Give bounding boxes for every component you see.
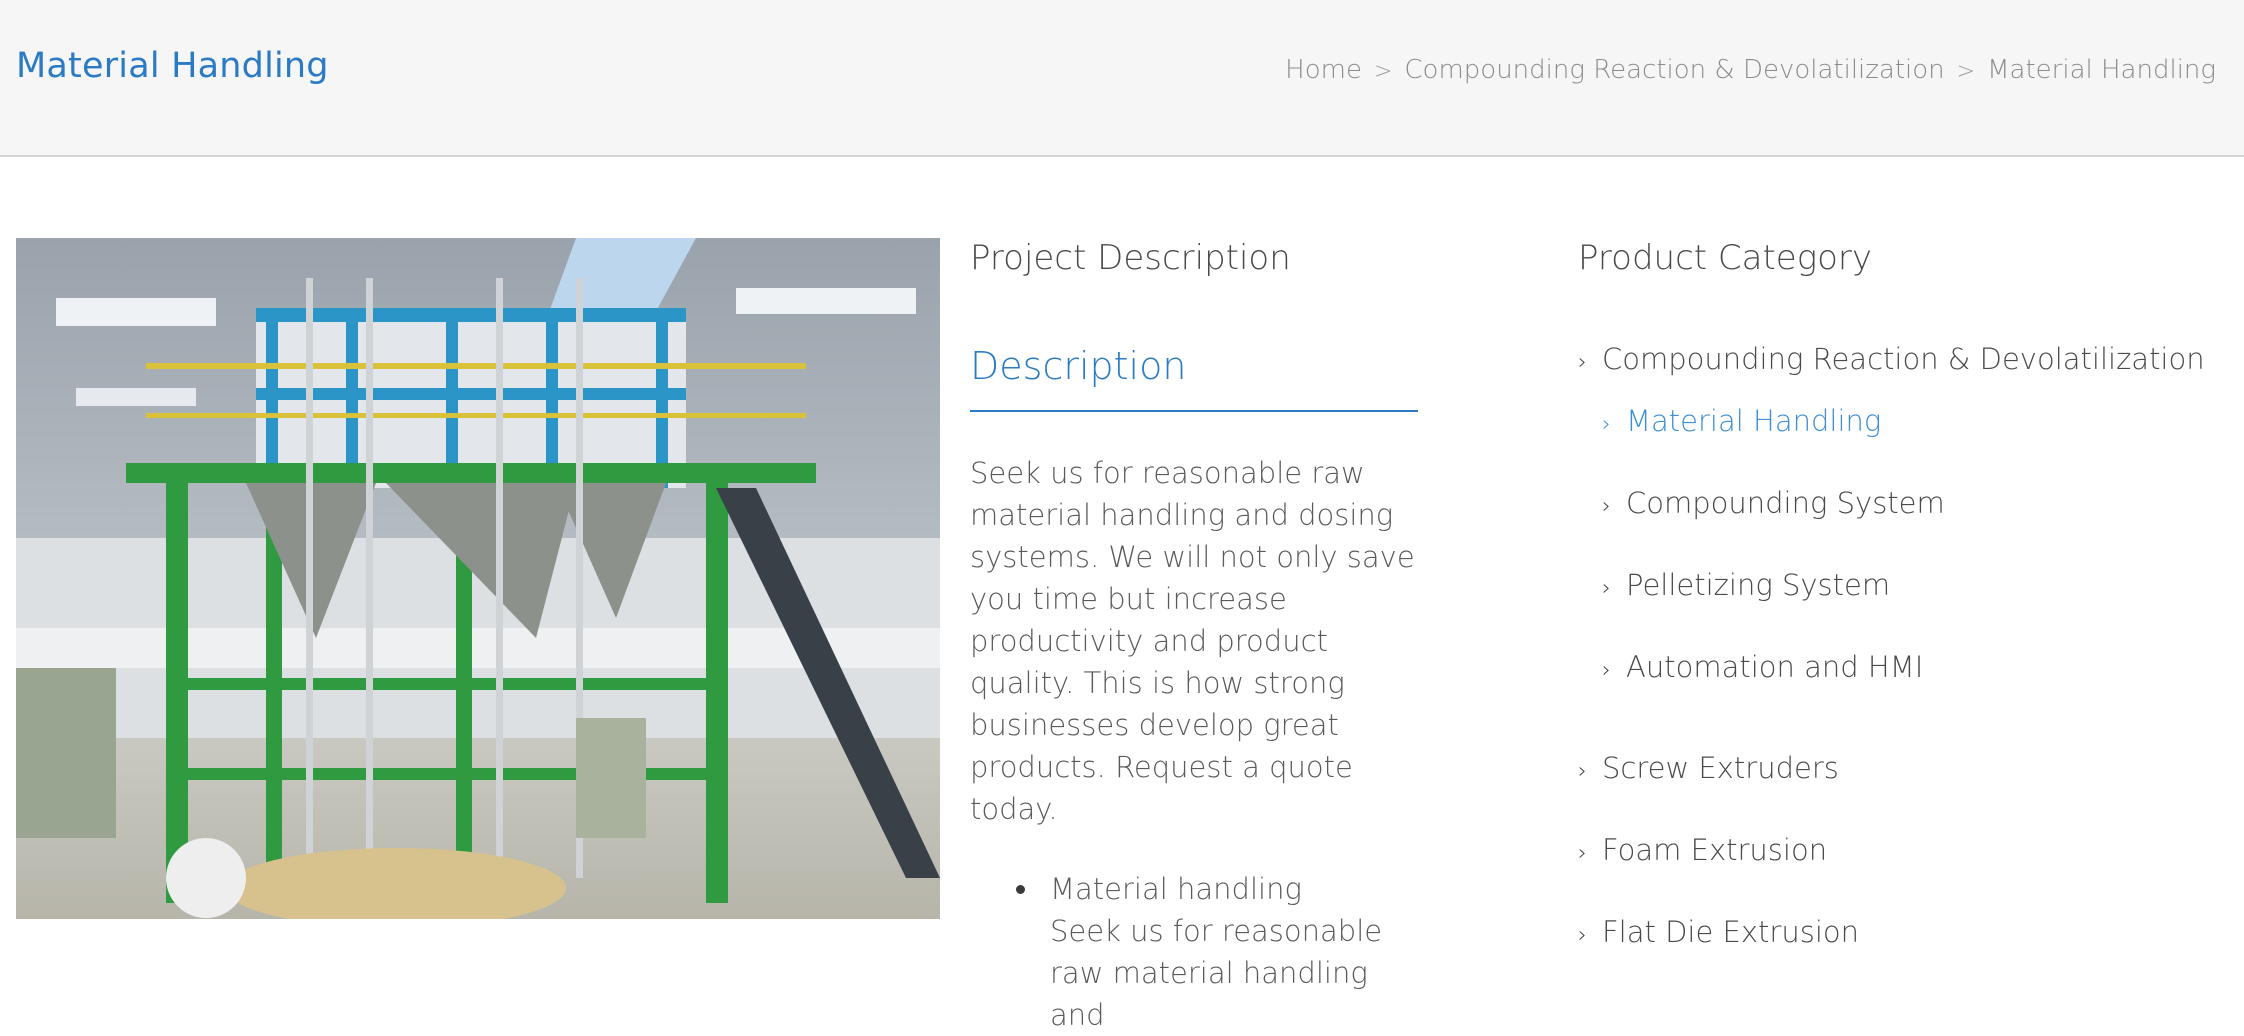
breadcrumb-separator: > [1956,59,1976,84]
project-description-heading: Project Description [970,238,1291,278]
project-image [16,238,940,919]
chevron-right-icon: › [1578,841,1587,866]
breadcrumb-category-link[interactable]: Compounding Reaction & Devolatilization [1404,55,1944,85]
product-category-sidebar: Product Category › Compounding Reaction &… [1578,238,2218,949]
breadcrumb-home-link[interactable]: Home [1285,55,1362,85]
chevron-right-icon: › [1602,412,1611,437]
category-link[interactable]: Automation and HMI [1626,650,1923,684]
category-link[interactable]: Screw Extruders [1602,751,1839,785]
category-link[interactable]: Compounding System [1626,486,1945,520]
list-item-title: Material handling [1050,872,1302,906]
description-body: Seek us for reasonable raw material hand… [970,456,1415,826]
category-link[interactable]: Flat Die Extrusion [1602,915,1859,949]
category-item-compounding-reaction[interactable]: › Compounding Reaction & Devolatilization [1578,342,2205,376]
description-heading: Description [970,344,1418,412]
category-link[interactable]: Foam Extrusion [1602,833,1827,867]
chevron-right-icon: › [1578,350,1587,375]
chevron-right-icon: › [1578,923,1587,948]
page-title-bar: Material Handling Home > Compounding React… [0,0,2244,157]
category-item-screw-extruders[interactable]: › Screw Extruders [1578,751,1839,785]
category-item-pelletizing-system[interactable]: › Pelletizing System [1602,568,1890,602]
chevron-right-icon: › [1602,494,1611,519]
chevron-right-icon: › [1602,576,1611,601]
material-handling-equipment-photo [16,238,940,919]
breadcrumb-separator: > [1373,59,1393,84]
page-title: Material Handling [16,46,329,86]
category-item-foam-extrusion[interactable]: › Foam Extrusion [1578,833,1827,867]
category-link[interactable]: Pelletizing System [1626,568,1890,602]
category-item-compounding-system[interactable]: › Compounding System [1602,486,1945,520]
category-link[interactable]: Material Handling [1626,404,1881,438]
category-link[interactable]: Compounding Reaction & Devolatilization [1602,342,2205,376]
category-item-material-handling[interactable]: › Material Handling [1602,404,1881,438]
breadcrumb: Home > Compounding Reaction & Devolatiliza… [1285,55,2216,85]
breadcrumb-current: Material Handling [1987,55,2216,85]
category-item-flat-die-extrusion[interactable]: › Flat Die Extrusion [1578,915,1859,949]
chevron-right-icon: › [1602,658,1611,683]
list-item: Material handling Seek us for reasonable… [1016,868,1420,1036]
description-list: Material handling Seek us for reasonable… [970,868,1420,1036]
chevron-right-icon: › [1578,759,1587,784]
category-item-automation-hmi[interactable]: › Automation and HMI [1602,650,1923,684]
product-category-heading: Product Category [1578,238,1873,278]
list-item-text: Seek us for reasonable raw material hand… [1050,914,1383,1032]
project-description: Project Description Description Seek us … [970,238,1420,1036]
